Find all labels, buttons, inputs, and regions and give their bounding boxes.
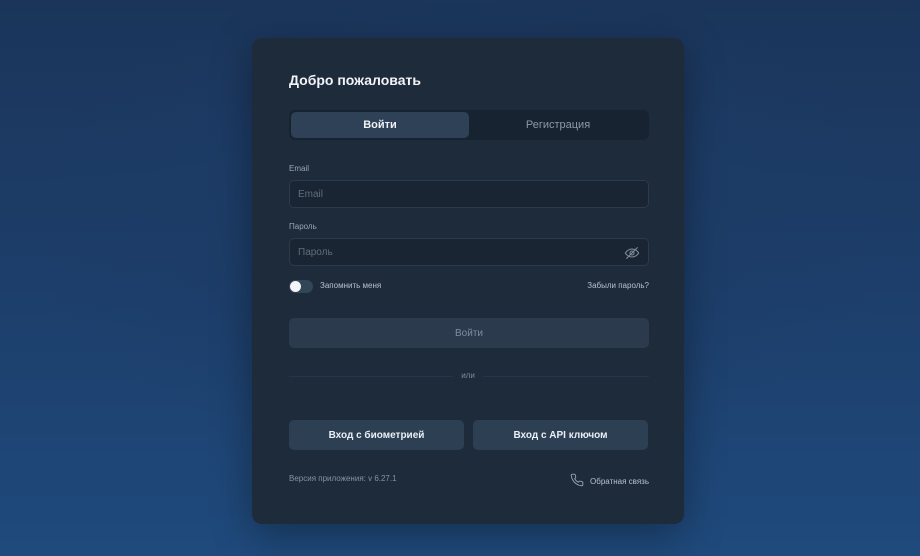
or-divider-text: или <box>252 371 684 380</box>
feedback-link[interactable]: Обратная связь <box>570 473 649 489</box>
email-field-wrapper <box>289 180 649 208</box>
password-field-wrapper <box>289 238 649 266</box>
eye-off-icon[interactable] <box>624 245 640 261</box>
password-label: Пароль <box>289 222 317 231</box>
email-field[interactable] <box>290 181 648 207</box>
email-label: Email <box>289 164 310 173</box>
remember-me-label: Запомнить меня <box>320 281 382 290</box>
or-label: или <box>453 371 483 380</box>
password-field[interactable] <box>290 239 648 265</box>
phone-icon <box>570 473 584 489</box>
feedback-label: Обратная связь <box>590 476 649 486</box>
biometric-login-button[interactable]: Вход с биометрией <box>289 420 464 450</box>
api-key-login-button[interactable]: Вход с API ключом <box>473 420 648 450</box>
page-title: Добро пожаловать <box>289 72 421 88</box>
remember-me-toggle[interactable] <box>289 280 313 293</box>
forgot-password-link[interactable]: Забыли пароль? <box>587 281 649 290</box>
toggle-knob <box>290 281 301 292</box>
auth-tabs: Войти Регистрация <box>289 110 649 140</box>
login-card: Добро пожаловать Войти Регистрация Email… <box>252 38 684 524</box>
app-version: Версия приложения: v 6.27.1 <box>289 474 397 483</box>
tab-register[interactable]: Регистрация <box>469 112 647 138</box>
login-button[interactable]: Войти <box>289 318 649 348</box>
tab-login[interactable]: Войти <box>291 112 469 138</box>
